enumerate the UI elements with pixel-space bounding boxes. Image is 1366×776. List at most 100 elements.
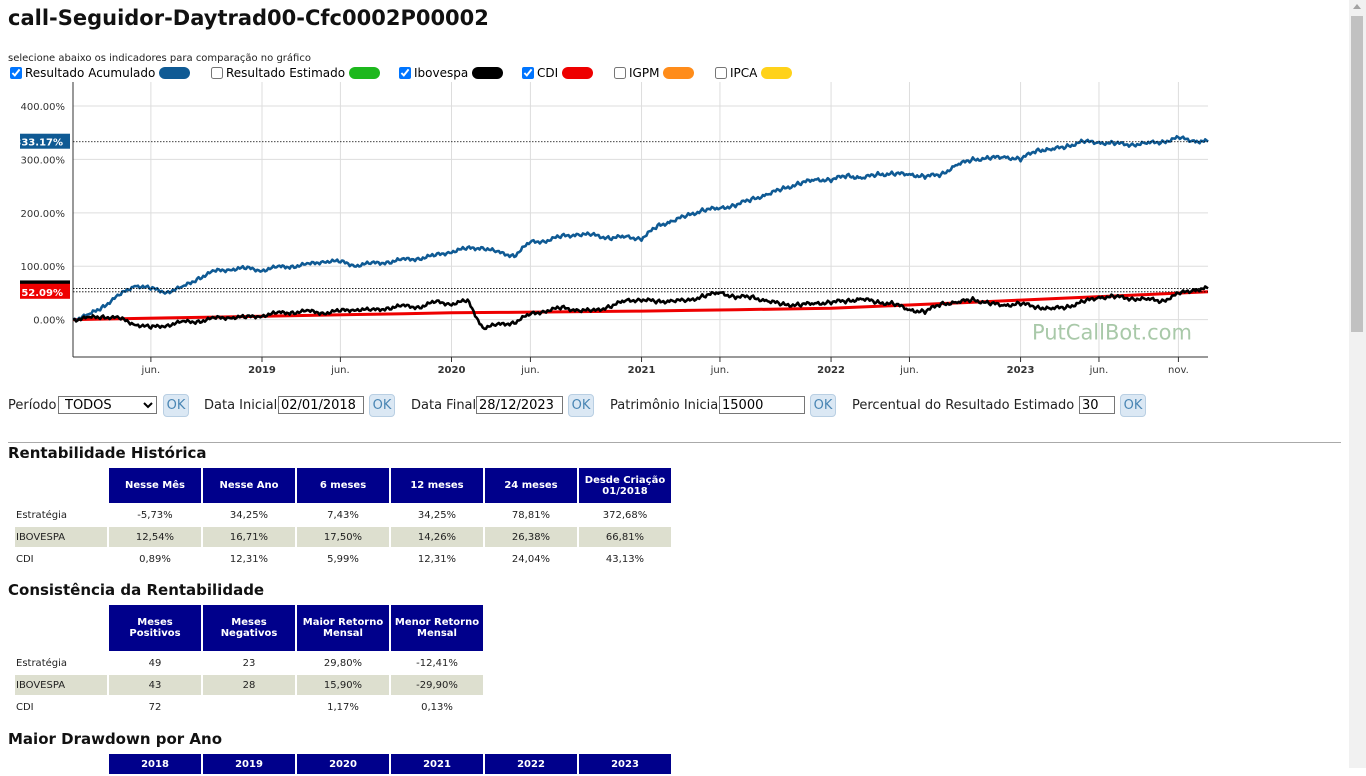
indicator-checkbox[interactable] xyxy=(399,67,411,79)
table-cell: 78,81% xyxy=(511,509,551,521)
table-cell: 72 xyxy=(148,701,162,713)
consistencia-table: Meses Positivos Meses Negativos Maior Re… xyxy=(13,603,485,719)
indicator-resultado-acumulado[interactable]: Resultado Acumulado xyxy=(10,66,191,80)
data-inicial-ok-button[interactable]: OK xyxy=(369,394,395,417)
x-tick-label: jun. xyxy=(141,365,161,376)
table-cell xyxy=(203,697,295,717)
last-value-label: 52.09% xyxy=(21,288,63,299)
drawdown-table: 2018 2019 2020 2021 2022 2023 xyxy=(13,752,673,776)
table-cell: 372,68% xyxy=(602,509,648,521)
scrollbar-thumb[interactable] xyxy=(1351,16,1363,332)
table-row: IBOVESPA 43 28 15,90% -29,90% xyxy=(15,675,483,695)
percentual-ok-button[interactable]: OK xyxy=(1120,394,1146,417)
table-row: CDI 0,89% 12,31% 5,99% 12,31% 24,04% 43,… xyxy=(15,549,671,569)
legend-swatch xyxy=(349,67,381,79)
legend-swatch xyxy=(562,67,594,79)
indicator-ibovespa[interactable]: Ibovespa xyxy=(399,66,504,80)
y-tick-label: 0.00% xyxy=(33,316,65,327)
table-cell: 29,80% xyxy=(323,657,363,669)
legend-swatch xyxy=(761,67,793,79)
x-tick-label: 2021 xyxy=(628,365,656,376)
section-divider xyxy=(8,442,1341,443)
table-cell: 0,13% xyxy=(421,701,453,713)
column-header: Meses Positivos xyxy=(109,605,201,651)
corner-cell xyxy=(15,605,107,651)
patrimonio-label: Patrimônio Inicial xyxy=(610,398,722,413)
indicator-cdi[interactable]: CDI xyxy=(522,66,594,80)
column-header: 12 meses xyxy=(391,468,483,503)
data-final-label: Data Final xyxy=(411,398,477,413)
indicator-hint: selecione abaixo os indicadores para com… xyxy=(8,53,311,64)
indicator-resultado-estimado[interactable]: Resultado Estimado xyxy=(211,66,381,80)
periodo-ok-button[interactable]: OK xyxy=(163,394,189,417)
last-value-label: 333.17% xyxy=(14,138,63,149)
x-tick-label: jun. xyxy=(520,365,540,376)
percentual-input[interactable] xyxy=(1079,396,1115,414)
row-label: CDI xyxy=(16,701,34,713)
indicator-checkbox[interactable] xyxy=(614,67,626,79)
indicator-igpm[interactable]: IGPM xyxy=(614,66,695,80)
table-header-row: Meses Positivos Meses Negativos Maior Re… xyxy=(15,605,483,651)
rentabilidade-historica-table: Nesse Mês Nesse Ano 6 meses 12 meses 24 … xyxy=(13,466,673,571)
periodo-select[interactable]: TODOS xyxy=(58,396,157,414)
data-inicial-label: Data Inicial xyxy=(204,398,278,413)
corner-cell xyxy=(15,754,107,774)
table-header-row: 2018 2019 2020 2021 2022 2023 xyxy=(15,754,671,774)
y-tick-label: 300.00% xyxy=(21,155,66,166)
column-header: 2019 xyxy=(203,754,295,774)
table-cell: -29,90% xyxy=(391,675,483,695)
indicator-checkbox[interactable] xyxy=(715,67,727,79)
table-row: Estratégia -5,73% 34,25% 7,43% 34,25% 78… xyxy=(15,505,671,525)
table-cell: 5,99% xyxy=(327,553,359,565)
column-header: Nesse Ano xyxy=(203,468,295,503)
patrimonio-ok-button[interactable]: OK xyxy=(810,394,836,417)
indicator-ipca[interactable]: IPCA xyxy=(715,66,793,80)
corner-cell xyxy=(15,468,107,503)
table-cell: -12,41% xyxy=(416,657,458,669)
table-cell: -5,73% xyxy=(137,509,173,521)
indicator-label: IPCA xyxy=(730,66,758,80)
performance-chart: 0.00% 100.00% 200.00% 300.00% 400.00% jun. 201… xyxy=(14,82,1209,376)
table-cell: 34,25% xyxy=(229,509,269,521)
table-row: IBOVESPA 12,54% 16,71% 17,50% 14,26% 26,… xyxy=(15,527,671,547)
indicator-label: Resultado Estimado xyxy=(226,66,346,80)
column-header: Meses Negativos xyxy=(203,605,295,651)
row-label: IBOVESPA xyxy=(15,675,107,695)
x-tick-label: jun. xyxy=(1089,365,1109,376)
table-cell: 49 xyxy=(148,657,162,669)
page-scrollbar[interactable] xyxy=(1349,0,1366,768)
y-tick-label: 400.00% xyxy=(21,102,66,113)
column-header: 6 meses xyxy=(297,468,389,503)
indicator-checkbox[interactable] xyxy=(211,67,223,79)
column-header: Nesse Mês xyxy=(109,468,201,503)
rentabilidade-historica-title: Rentabilidade Histórica xyxy=(8,444,207,462)
indicator-checkbox[interactable] xyxy=(522,67,534,79)
column-header: Menor Retorno Mensal xyxy=(391,605,483,651)
table-cell: 0,89% xyxy=(139,553,171,565)
x-tick-label: jun. xyxy=(899,365,919,376)
indicator-checkbox[interactable] xyxy=(10,67,22,79)
x-tick-label: jun. xyxy=(330,365,350,376)
series-line-resultado-acumulado xyxy=(72,135,1209,323)
x-tick-label: 2020 xyxy=(438,365,466,376)
legend-swatch xyxy=(159,67,191,79)
data-final-input[interactable] xyxy=(476,396,563,414)
column-header: 2020 xyxy=(297,754,389,774)
patrimonio-input[interactable] xyxy=(719,396,805,414)
data-inicial-input[interactable] xyxy=(278,396,364,414)
table-cell: 43,13% xyxy=(605,553,645,565)
indicator-label: Resultado Acumulado xyxy=(25,66,156,80)
column-header: 2022 xyxy=(485,754,577,774)
row-label: Estratégia xyxy=(16,657,68,669)
drawdown-title: Maior Drawdown por Ano xyxy=(8,730,222,748)
table-cell: 7,43% xyxy=(327,509,359,521)
column-header: Maior Retorno Mensal xyxy=(297,605,389,651)
scroll-up-icon[interactable] xyxy=(1353,4,1361,9)
legend-swatch xyxy=(663,67,695,79)
page-title: call-Seguidor-Daytrad00-Cfc0002P00002 xyxy=(8,6,489,30)
table-cell: 14,26% xyxy=(391,527,483,547)
column-header: 24 meses xyxy=(485,468,577,503)
data-final-ok-button[interactable]: OK xyxy=(568,394,594,417)
table-row: CDI 72 1,17% 0,13% xyxy=(15,697,483,717)
legend-swatch xyxy=(472,67,504,79)
